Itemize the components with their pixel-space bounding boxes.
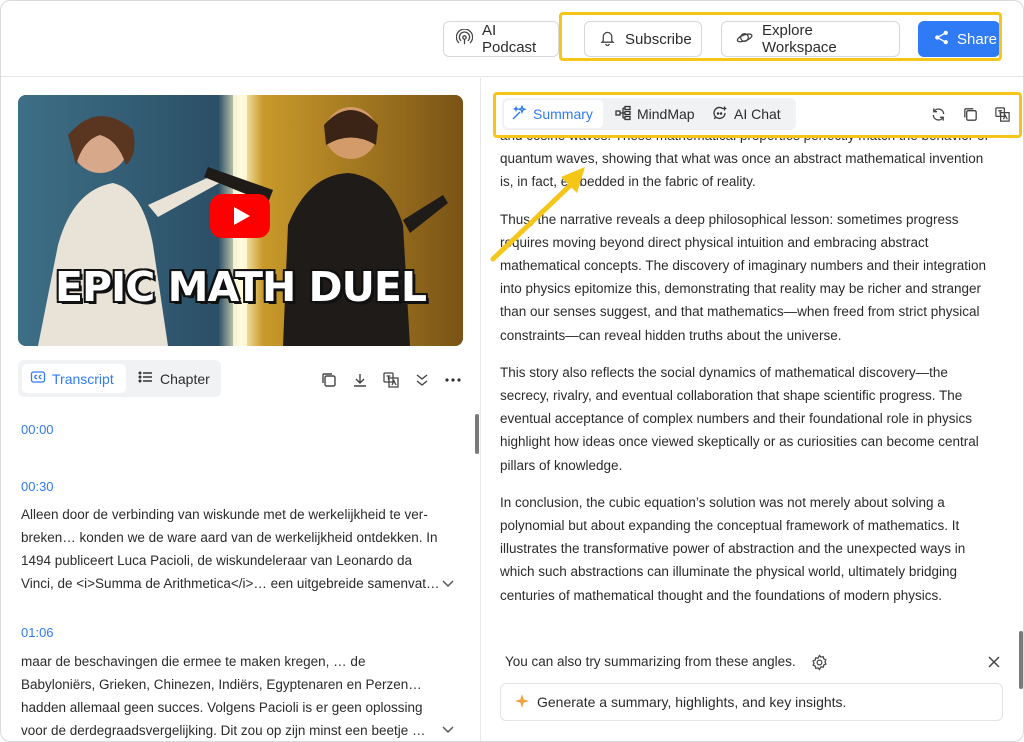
mindmap-icon <box>615 105 631 124</box>
timestamp[interactable]: 00:00 <box>21 422 54 437</box>
right-pane: Summary MindMap AI Chat and cosine waves… <box>482 78 1023 741</box>
top-header: AI Podcast Subscribe Explore Workspace S… <box>1 1 1023 77</box>
tab-mindmap[interactable]: MindMap <box>608 100 700 128</box>
summary-paragraph: In conclusion, the cubic equation’s solu… <box>500 494 966 603</box>
chevron-down-icon[interactable] <box>441 576 455 590</box>
left-pane: EPIC MATH DUEL Transcript Chapter 00:00 … <box>1 78 481 741</box>
podcast-icon <box>455 28 474 50</box>
translate-icon[interactable] <box>381 370 401 390</box>
share-icon <box>933 29 950 50</box>
share-button[interactable]: Share <box>918 21 1000 57</box>
explore-workspace-button[interactable]: Explore Workspace <box>721 21 900 57</box>
close-icon[interactable] <box>986 654 1002 670</box>
copy-icon[interactable] <box>319 370 339 390</box>
sparkle-icon <box>515 693 529 711</box>
ai-podcast-label: AI Podcast <box>482 22 537 56</box>
thumbnail-title: EPIC MATH DUEL <box>54 263 427 311</box>
ai-podcast-button[interactable]: AI Podcast <box>443 21 559 57</box>
chevron-down-icon[interactable] <box>441 722 455 736</box>
summary-content: and cosine waves. These mathematical pro… <box>500 138 995 623</box>
left-scrollbar[interactable] <box>475 414 479 454</box>
summary-paragraph: and cosine waves. These mathematical pro… <box>500 138 988 190</box>
timestamp[interactable]: 00:30 <box>21 479 54 494</box>
refresh-icon[interactable] <box>928 104 948 124</box>
tab-summary-label: Summary <box>533 106 593 122</box>
tab-summary[interactable]: Summary <box>504 100 603 128</box>
transcript-toolbar <box>319 370 463 390</box>
copy-icon[interactable] <box>960 104 980 124</box>
tab-ai-chat-label: AI Chat <box>734 106 781 122</box>
transcript-text: maar de beschavingen die ermee te maken … <box>21 654 426 738</box>
expand-all-icon[interactable] <box>412 370 432 390</box>
tab-transcript[interactable]: Transcript <box>22 364 126 393</box>
suggestion-prompt: You can also try summarizing from these … <box>505 654 796 669</box>
more-icon[interactable] <box>443 370 463 390</box>
summary-toolbar <box>928 104 1012 124</box>
app-window: AI Podcast Subscribe Explore Workspace S… <box>0 0 1024 742</box>
translate-icon[interactable] <box>992 104 1012 124</box>
list-icon <box>138 369 154 388</box>
right-tab-bar: Summary MindMap AI Chat <box>502 98 796 130</box>
timestamp[interactable]: 01:06 <box>21 625 54 640</box>
subscribe-button[interactable]: Subscribe <box>584 21 702 57</box>
subscribe-label: Subscribe <box>625 30 692 48</box>
tab-chapter-label: Chapter <box>160 370 210 387</box>
generate-summary-button[interactable]: Generate a summary, highlights, and key … <box>500 683 1003 721</box>
play-icon[interactable] <box>210 194 270 238</box>
right-scrollbar[interactable] <box>1019 631 1023 689</box>
gear-icon[interactable] <box>811 654 828 671</box>
video-thumbnail[interactable]: EPIC MATH DUEL <box>18 95 463 346</box>
ai-chat-icon <box>712 105 728 124</box>
cc-icon <box>30 369 46 388</box>
summary-paragraph: Thus, the narrative reveals a deep philo… <box>500 211 986 343</box>
transcript-text: Alleen door de verbinding van wiskunde m… <box>21 507 440 591</box>
summary-paragraph: This story also reflects the social dyna… <box>500 364 979 473</box>
tab-ai-chat[interactable]: AI Chat <box>705 100 793 128</box>
download-icon[interactable] <box>350 370 370 390</box>
left-tab-bar: Transcript Chapter <box>18 360 221 397</box>
generate-summary-label: Generate a summary, highlights, and key … <box>537 694 847 710</box>
tab-chapter[interactable]: Chapter <box>130 364 218 393</box>
tab-mindmap-label: MindMap <box>637 106 695 122</box>
planet-icon <box>736 29 753 50</box>
share-label: Share <box>957 30 998 48</box>
sparkle-icon <box>511 104 527 124</box>
explore-workspace-label: Explore Workspace <box>762 22 837 56</box>
bell-icon <box>599 29 616 50</box>
tab-transcript-label: Transcript <box>52 370 114 387</box>
